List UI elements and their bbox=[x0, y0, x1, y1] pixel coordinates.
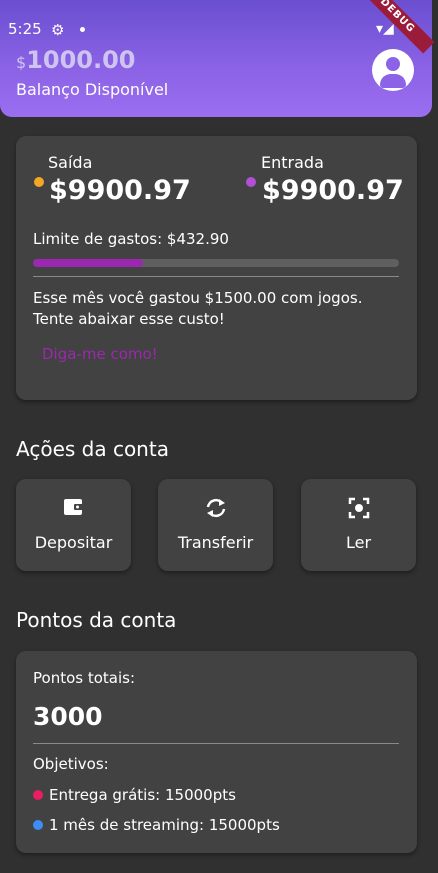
transfer-label: Transferir bbox=[177, 533, 254, 552]
read-button[interactable]: Ler bbox=[301, 479, 416, 571]
divider bbox=[33, 276, 399, 277]
account-points-title: Pontos da conta bbox=[16, 608, 177, 632]
balance-value: 1000.00 bbox=[26, 46, 136, 74]
total-points-label: Pontos totais: bbox=[33, 669, 136, 687]
deposit-button[interactable]: Depositar bbox=[16, 479, 131, 571]
goal-text: Entrega grátis: 15000pts bbox=[49, 786, 236, 804]
goal-dot-icon bbox=[33, 790, 43, 800]
spending-summary-card: Saída $9900.97 Entrada $9900.97 Limite d… bbox=[16, 136, 417, 400]
goal-dot-icon bbox=[33, 820, 43, 830]
goal-item: Entrega grátis: 15000pts bbox=[33, 786, 236, 804]
deposit-label: Depositar bbox=[34, 533, 113, 552]
balance-amount: $1000.00 bbox=[16, 46, 136, 74]
notification-dot-icon bbox=[80, 27, 85, 32]
spending-progress-bar bbox=[33, 259, 399, 267]
goals-label: Objetivos: bbox=[33, 755, 109, 773]
divider bbox=[33, 743, 399, 744]
status-time: 5:25 bbox=[8, 20, 42, 38]
balance-label: Balanço Disponível bbox=[16, 80, 169, 99]
spending-message: Esse mês você gastou $1500.00 com jogos.… bbox=[33, 289, 363, 328]
entrada-label: Entrada bbox=[261, 153, 324, 172]
saida-label: Saída bbox=[48, 153, 93, 172]
spending-limit: Limite de gastos: $432.90 bbox=[33, 230, 229, 248]
header: 5:25 ⚙ ▾◢ DEBUG $1000.00 Balanço Disponí… bbox=[0, 0, 435, 117]
scan-icon bbox=[301, 497, 416, 524]
avatar-body bbox=[380, 74, 406, 88]
spending-progress-fill bbox=[33, 259, 143, 267]
avatar-head bbox=[386, 57, 400, 71]
points-card: Pontos totais: 3000 Objetivos: Entrega g… bbox=[16, 651, 417, 853]
wallet-icon bbox=[16, 497, 131, 522]
saida-dot-icon bbox=[34, 177, 44, 187]
sync-icon bbox=[158, 497, 273, 524]
currency-symbol: $ bbox=[16, 53, 27, 72]
transfer-button[interactable]: Transferir bbox=[158, 479, 273, 571]
wifi-signal-icon: ▾◢ bbox=[376, 21, 394, 37]
tell-me-how-link[interactable]: Diga-me como! bbox=[42, 345, 158, 363]
goal-text: 1 mês de streaming: 15000pts bbox=[49, 816, 280, 834]
read-label: Ler bbox=[345, 533, 372, 552]
saida-value: $9900.97 bbox=[49, 175, 191, 206]
goal-item: 1 mês de streaming: 15000pts bbox=[33, 816, 280, 834]
entrada-value: $9900.97 bbox=[262, 175, 404, 206]
total-points-value: 3000 bbox=[33, 702, 103, 731]
gear-icon: ⚙ bbox=[51, 21, 65, 39]
avatar-icon[interactable] bbox=[372, 49, 414, 91]
account-actions-title: Ações da conta bbox=[16, 437, 169, 461]
entrada-dot-icon bbox=[246, 177, 256, 187]
